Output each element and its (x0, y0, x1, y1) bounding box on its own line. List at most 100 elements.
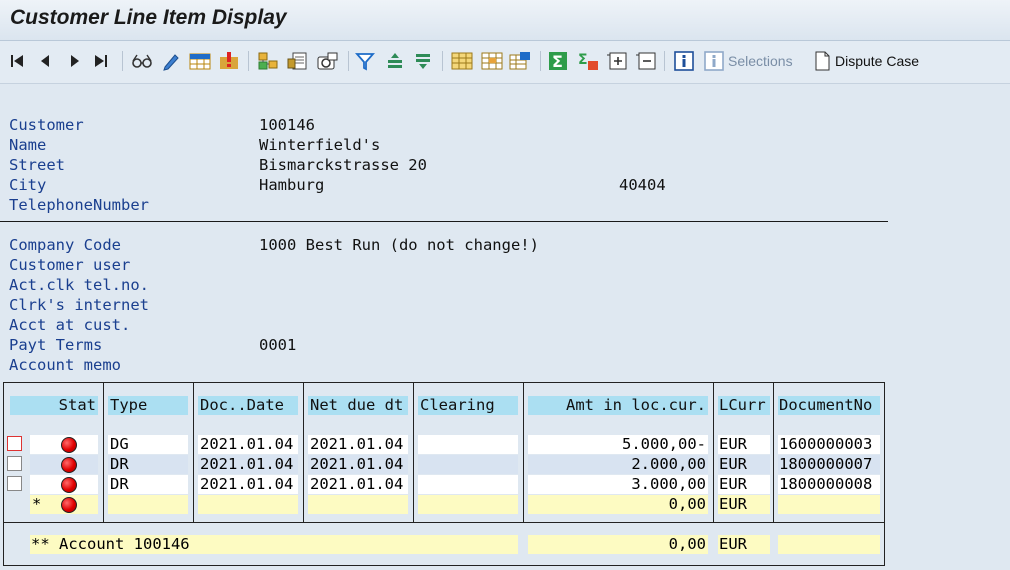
clrk-internet-label: Clrk's internet (9, 296, 149, 314)
header-divider (0, 221, 888, 222)
customer-value: 100146 (259, 116, 315, 134)
street-value: Bismarckstrasse 20 (259, 156, 427, 174)
dispute-case-label: Dispute Case (835, 53, 920, 69)
amount-cell: 3.000,00 (528, 475, 708, 494)
status-red-icon (61, 497, 77, 513)
postal-code-value: 40404 (619, 176, 666, 194)
doc-date-cell: 2021.01.04 (198, 435, 298, 454)
total-amount: 0,00 (528, 495, 708, 514)
acct-at-cust-label: Acct at cust. (9, 316, 131, 334)
street-label: Street (9, 156, 65, 174)
currency-cell: EUR (718, 435, 770, 454)
status-red-icon (61, 477, 77, 493)
camera-icon[interactable] (316, 50, 340, 72)
svg-text:Σ: Σ (552, 52, 563, 71)
svg-text:Σ: Σ (578, 52, 588, 68)
type-cell: DR (108, 455, 188, 474)
change-layout-icon[interactable] (508, 50, 532, 72)
last-page-icon[interactable] (92, 50, 110, 72)
doc-date-cell: 2021.01.04 (198, 475, 298, 494)
name-value: Winterfield's (259, 136, 381, 154)
info-icon[interactable] (673, 50, 695, 72)
total-type-cell (108, 495, 188, 514)
selections-info-icon (704, 51, 724, 71)
row-select-checkbox[interactable] (7, 476, 22, 491)
customer-label: Customer (9, 116, 84, 134)
first-page-icon[interactable] (8, 50, 26, 72)
sort-asc-icon[interactable] (384, 50, 406, 72)
net-due-cell: 2021.01.04 (308, 455, 408, 474)
net-due-cell: 2021.01.04 (308, 435, 408, 454)
column-header-type[interactable]: Type (108, 396, 188, 415)
payt-terms-label: Payt Terms (9, 336, 103, 354)
account-memo-label: Account memo (9, 356, 121, 374)
sort-desc-icon[interactable] (412, 50, 434, 72)
row-select-checkbox[interactable] (7, 456, 22, 471)
total-currency: EUR (718, 495, 770, 514)
status-red-icon (61, 437, 77, 453)
selections-label: Selections (728, 53, 793, 69)
amount-cell: 5.000,00- (528, 435, 708, 454)
tree-icon[interactable] (256, 50, 280, 72)
document-no-cell[interactable]: 1800000008 (778, 475, 880, 494)
act-clk-tel-label: Act.clk tel.no. (9, 276, 149, 294)
account-total-currency: EUR (718, 535, 770, 554)
customer-user-label: Customer user (9, 256, 131, 274)
company-code-label: Company Code (9, 236, 121, 254)
total-doc-date-cell (198, 495, 298, 514)
total-document-no-cell (778, 495, 880, 514)
name-label: Name (9, 136, 47, 154)
status-red-icon (61, 457, 77, 473)
column-header-document-no[interactable]: DocumentNo (778, 396, 880, 415)
line-item-grid: Stat Type Doc..Date Net due dt Clearing … (3, 382, 885, 566)
dispute-document-icon (815, 51, 830, 71)
clearing-cell (418, 455, 518, 474)
expand-icon[interactable] (605, 50, 629, 72)
currency-cell: EUR (718, 455, 770, 474)
column-header-stat[interactable]: Stat (10, 396, 98, 415)
payt-terms-value: 0001 (259, 336, 297, 354)
account-total-amount: 0,00 (528, 535, 708, 554)
layout-icon[interactable] (480, 50, 504, 72)
total-clearing-cell (418, 495, 518, 514)
document-no-cell[interactable]: 1600000003 (778, 435, 880, 454)
next-page-icon[interactable] (66, 50, 84, 72)
grid-edit-icon[interactable] (188, 50, 212, 72)
amount-cell: 2.000,00 (528, 455, 708, 474)
type-cell: DG (108, 435, 188, 454)
column-header-amount[interactable]: Amt in loc.cur. (528, 396, 708, 415)
telephone-label: TelephoneNumber (9, 196, 149, 214)
column-header-net-due[interactable]: Net due dt (308, 396, 408, 415)
application-toolbar: Σ Σ Selections Dispute Case (0, 41, 1010, 84)
account-total-label: ** Account 100146 (30, 535, 518, 554)
city-label: City (9, 176, 47, 194)
city-value: Hamburg (259, 176, 325, 194)
currency-cell: EUR (718, 475, 770, 494)
type-cell: DR (108, 475, 188, 494)
window-title: Customer Line Item Display (10, 6, 287, 29)
column-header-doc-date[interactable]: Doc..Date (198, 396, 298, 415)
previous-page-icon[interactable] (36, 50, 54, 72)
company-code-value: 1000 Best Run (do not change!) (259, 236, 539, 254)
column-header-lcurr[interactable]: LCurr (718, 396, 770, 415)
net-due-cell: 2021.01.04 (308, 475, 408, 494)
document-icon[interactable] (286, 50, 310, 72)
table-icon[interactable] (450, 50, 474, 72)
collapse-icon[interactable] (634, 50, 658, 72)
document-no-cell[interactable]: 1800000007 (778, 455, 880, 474)
filter-icon[interactable] (354, 50, 376, 72)
pencil-icon[interactable] (160, 50, 182, 72)
subtotal-icon[interactable]: Σ (576, 50, 600, 72)
column-header-clearing[interactable]: Clearing (418, 396, 518, 415)
sum-icon[interactable]: Σ (546, 50, 570, 72)
warning-icon[interactable] (218, 50, 240, 72)
glasses-icon[interactable] (130, 50, 154, 72)
title-bar: Customer Line Item Display (0, 0, 1010, 41)
clearing-cell (418, 475, 518, 494)
selections-button[interactable]: Selections (704, 50, 794, 72)
dispute-case-button[interactable]: Dispute Case (814, 50, 924, 72)
doc-date-cell: 2021.01.04 (198, 455, 298, 474)
row-select-checkbox[interactable] (7, 436, 22, 451)
account-total-document-no-cell (778, 535, 880, 554)
clearing-cell (418, 435, 518, 454)
